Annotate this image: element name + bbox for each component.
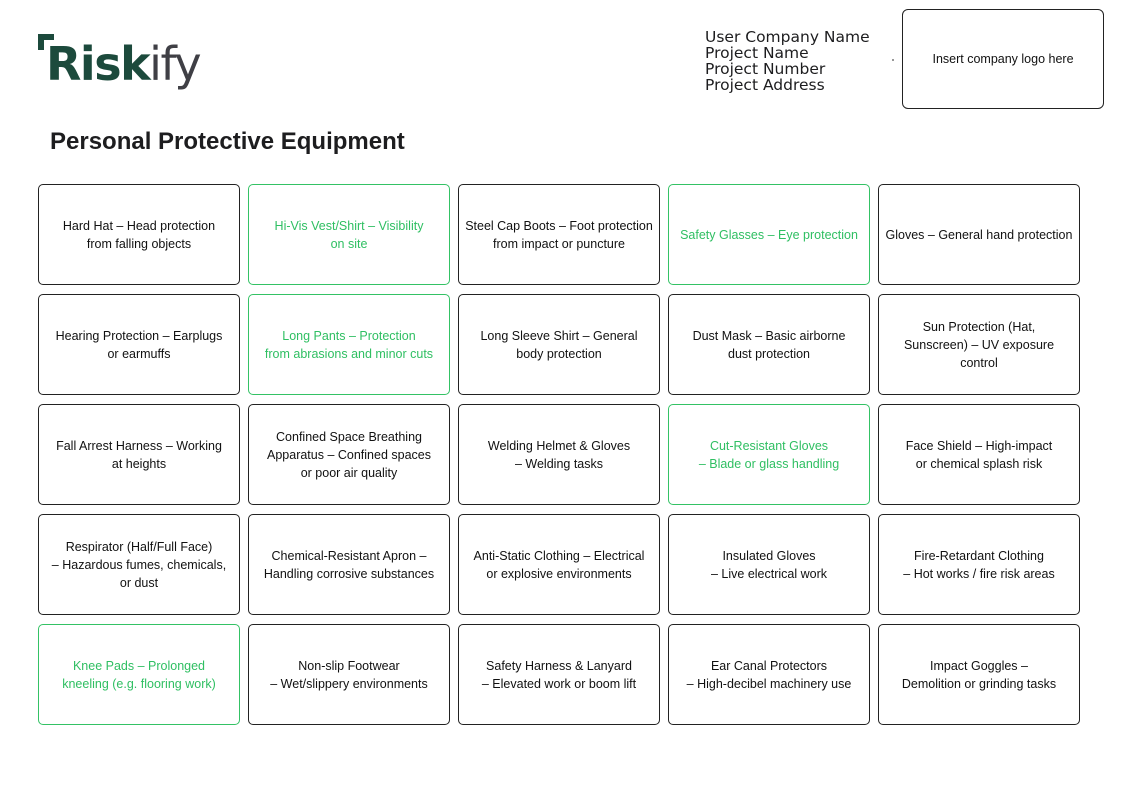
ppe-card: Insulated Gloves – Live electrical work xyxy=(668,514,870,615)
ppe-card-text: Fall Arrest Harness – Working at heights xyxy=(56,438,222,471)
ppe-card: Hard Hat – Head protection from falling … xyxy=(38,184,240,285)
ppe-card-text: Fire-Retardant Clothing – Hot works / fi… xyxy=(903,548,1055,581)
ppe-card: Cut-Resistant Gloves – Blade or glass ha… xyxy=(668,404,870,505)
ppe-card: Fall Arrest Harness – Working at heights xyxy=(38,404,240,505)
page-title: Personal Protective Equipment xyxy=(50,128,405,155)
ppe-card: Respirator (Half/Full Face) – Hazardous … xyxy=(38,514,240,615)
ppe-card: Ear Canal Protectors – High-decibel mach… xyxy=(668,624,870,725)
ppe-card-text: Long Pants – Protection from abrasions a… xyxy=(264,328,434,361)
ppe-card-text: Respirator (Half/Full Face) – Hazardous … xyxy=(51,539,227,590)
ppe-card: Face Shield – High-impact or chemical sp… xyxy=(878,404,1080,505)
ppe-card: Non-slip Footwear – Wet/slippery environ… xyxy=(248,624,450,725)
project-address: Project Address xyxy=(705,76,825,94)
ppe-card: Safety Harness & Lanyard – Elevated work… xyxy=(458,624,660,725)
ppe-card: Steel Cap Boots – Foot protection from i… xyxy=(458,184,660,285)
company-logo-placeholder: Insert company logo here xyxy=(902,9,1104,109)
ppe-card-text: Gloves – General hand protection xyxy=(885,227,1073,242)
ppe-card-text: Safety Harness & Lanyard – Elevated work… xyxy=(481,658,637,691)
separator-dot xyxy=(892,59,894,61)
ppe-card-text: Sun Protection (Hat, Sunscreen) – UV exp… xyxy=(903,319,1055,370)
ppe-card-text: Impact Goggles – Demolition or grinding … xyxy=(901,658,1057,691)
ppe-card: Confined Space Breathing Apparatus – Con… xyxy=(248,404,450,505)
ppe-card: Anti-Static Clothing – Electrical or exp… xyxy=(458,514,660,615)
project-info: User Company Name Project Name Project N… xyxy=(705,29,890,93)
ppe-card-text: Steel Cap Boots – Foot protection from i… xyxy=(465,218,653,251)
ppe-card-text: Cut-Resistant Gloves – Blade or glass ha… xyxy=(698,438,840,471)
ppe-card-text: Dust Mask – Basic airborne dust protecti… xyxy=(692,328,846,361)
ppe-card-text: Confined Space Breathing Apparatus – Con… xyxy=(267,429,431,480)
ppe-card-text: Knee Pads – Prolonged kneeling (e.g. flo… xyxy=(62,658,216,691)
ppe-card-text: Hi-Vis Vest/Shirt – Visibility on site xyxy=(274,218,424,251)
ppe-card-text: Ear Canal Protectors – High-decibel mach… xyxy=(686,658,852,691)
ppe-card: Fire-Retardant Clothing – Hot works / fi… xyxy=(878,514,1080,615)
ppe-card: Safety Glasses – Eye protection xyxy=(668,184,870,285)
ppe-card: Long Pants – Protection from abrasions a… xyxy=(248,294,450,395)
ppe-card: Dust Mask – Basic airborne dust protecti… xyxy=(668,294,870,395)
ppe-grid: Hard Hat – Head protection from falling … xyxy=(38,184,1080,725)
ppe-card-text: Welding Helmet & Gloves – Welding tasks xyxy=(487,438,631,471)
ppe-card-text: Safety Glasses – Eye protection xyxy=(680,227,858,242)
ppe-card-text: Non-slip Footwear – Wet/slippery environ… xyxy=(270,658,428,691)
ppe-card: Welding Helmet & Gloves – Welding tasks xyxy=(458,404,660,505)
ppe-card: Sun Protection (Hat, Sunscreen) – UV exp… xyxy=(878,294,1080,395)
ppe-card-text: Face Shield – High-impact or chemical sp… xyxy=(905,438,1053,471)
ppe-card: Impact Goggles – Demolition or grinding … xyxy=(878,624,1080,725)
ppe-card: Hi-Vis Vest/Shirt – Visibility on site xyxy=(248,184,450,285)
ppe-card-text: Chemical-Resistant Apron – Handling corr… xyxy=(263,548,435,581)
ppe-card: Knee Pads – Prolonged kneeling (e.g. flo… xyxy=(38,624,240,725)
ppe-card-text: Hearing Protection – Earplugs or earmuff… xyxy=(55,328,223,361)
logo-text: Riskify xyxy=(46,37,202,91)
ppe-card: Long Sleeve Shirt – General body protect… xyxy=(458,294,660,395)
ppe-card: Chemical-Resistant Apron – Handling corr… xyxy=(248,514,450,615)
ppe-card-text: Long Sleeve Shirt – General body protect… xyxy=(480,328,638,361)
riskify-logo: Riskify xyxy=(36,30,216,100)
project-number: Project Number xyxy=(705,60,826,78)
company-logo-placeholder-text: Insert company logo here xyxy=(932,52,1074,66)
ppe-card: Gloves – General hand protection xyxy=(878,184,1080,285)
ppe-card-text: Hard Hat – Head protection from falling … xyxy=(62,218,216,251)
project-name: Project Name xyxy=(705,44,809,62)
ppe-card: Hearing Protection – Earplugs or earmuff… xyxy=(38,294,240,395)
ppe-card-text: Anti-Static Clothing – Electrical or exp… xyxy=(473,548,645,581)
user-company-name: User Company Name xyxy=(705,28,870,46)
ppe-card-text: Insulated Gloves – Live electrical work xyxy=(710,548,827,581)
